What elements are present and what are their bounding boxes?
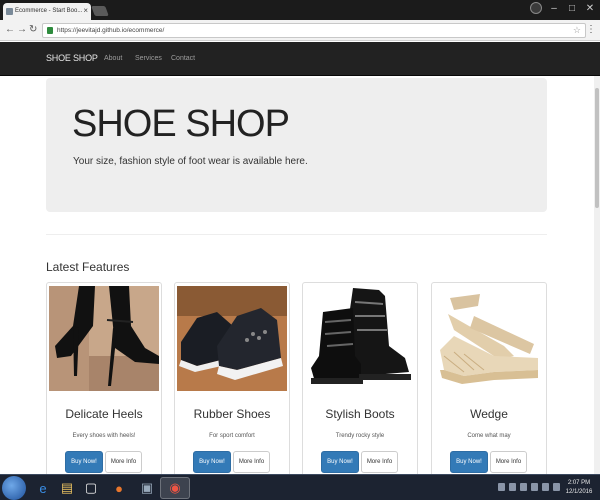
page-scrollbar[interactable] [594, 76, 600, 474]
system-tray [498, 483, 560, 491]
clock-date: 12/1/2016 [565, 489, 593, 495]
navbar-brand[interactable]: SHOE SHOP [46, 53, 98, 63]
product-card-stylish-boots: Stylish Boots Trendy rocky style Buy Now… [302, 282, 418, 474]
app-window-icon[interactable]: ▢ [76, 477, 106, 499]
taskbar-clock[interactable]: 2:07 PM 12/1/2016 [562, 479, 596, 497]
chrome-icon[interactable]: ◉ [160, 477, 190, 499]
section-title: Latest Features [46, 260, 130, 274]
network-icon[interactable] [542, 483, 549, 491]
browser-tab[interactable]: Ecommerce - Start Boo... × [3, 3, 91, 20]
window-controls: – □ ✕ [530, 2, 596, 14]
wedge-image [434, 286, 544, 391]
clock-time: 2:07 PM [567, 480, 591, 486]
minimize-icon[interactable]: – [548, 3, 560, 14]
card-description: Trendy rocky style [335, 433, 385, 439]
rubber-shoes-image [177, 286, 287, 391]
card-title: Wedge [470, 407, 508, 421]
card-title: Delicate Heels [65, 407, 143, 421]
more-info-button[interactable]: More Info [105, 451, 142, 473]
card-description: For sport comfort [209, 433, 255, 439]
buy-now-button[interactable]: Buy Now! [321, 451, 359, 473]
start-button[interactable] [2, 476, 26, 500]
back-icon[interactable]: ← [5, 24, 15, 35]
product-card-rubber-shoes: Rubber Shoes For sport comfort Buy Now! … [174, 282, 290, 474]
product-card-wedge: Wedge Come what may Buy Now! More Info [431, 282, 547, 474]
browser-toolbar: ← → ↻ https://jeevitajd.github.io/ecomme… [0, 20, 600, 41]
browser-menu-icon[interactable]: ⋮ [586, 24, 596, 35]
buy-now-button[interactable]: Buy Now! [65, 451, 103, 473]
firefox-icon[interactable]: ● [104, 477, 134, 499]
site-navbar: SHOE SHOP About Services Contact [0, 42, 600, 76]
tray-icon[interactable] [531, 483, 538, 491]
card-title: Rubber Shoes [193, 407, 271, 421]
windows-taskbar: e ▤ ▢ ● ▣ ◉ 2:07 PM 12/1/2016 [0, 474, 600, 500]
more-info-button[interactable]: More Info [233, 451, 270, 473]
stylish-boots-image [305, 286, 415, 391]
card-title: Stylish Boots [325, 407, 395, 421]
scrollbar-thumb[interactable] [595, 88, 599, 208]
jumbotron-title: SHOE SHOP [72, 103, 290, 145]
system-app-icon[interactable]: ▣ [132, 477, 162, 499]
page-content: SHOE SHOP Your size, fashion style of fo… [0, 76, 594, 474]
volume-icon[interactable] [553, 483, 560, 491]
tray-icon[interactable] [520, 483, 527, 491]
nav-link-services[interactable]: Services [135, 55, 162, 62]
close-tab-icon[interactable]: × [83, 6, 88, 15]
more-info-button[interactable]: More Info [361, 451, 398, 473]
secure-lock-icon [47, 27, 53, 34]
buy-now-button[interactable]: Buy Now! [193, 451, 231, 473]
address-bar[interactable]: https://jeevitajd.github.io/ecommerce/ ☆ [42, 23, 586, 38]
reload-icon[interactable]: ↻ [29, 24, 37, 35]
buy-now-button[interactable]: Buy Now! [450, 451, 488, 473]
new-tab-button[interactable] [91, 6, 109, 16]
user-profile-icon[interactable] [530, 2, 542, 14]
close-window-icon[interactable]: ✕ [584, 3, 596, 14]
heels-image [49, 286, 159, 391]
bookmark-star-icon[interactable]: ☆ [573, 25, 581, 36]
jumbotron-subtitle: Your size, fashion style of foot wear is… [73, 156, 308, 167]
tab-title: Ecommerce - Start Boo... [15, 8, 83, 14]
section-divider [46, 234, 547, 235]
tray-icon[interactable] [498, 483, 505, 491]
maximize-icon[interactable]: □ [566, 3, 578, 14]
nav-link-about[interactable]: About [104, 55, 122, 62]
jumbotron: SHOE SHOP Your size, fashion style of fo… [46, 78, 547, 212]
more-info-button[interactable]: More Info [490, 451, 527, 473]
card-description: Every shoes with heels! [72, 433, 136, 439]
card-description: Come what may [467, 433, 511, 439]
product-card-heels: Delicate Heels Every shoes with heels! B… [46, 282, 162, 474]
browser-tab-strip: Ecommerce - Start Boo... × – □ ✕ [0, 0, 600, 20]
page-favicon-icon [6, 8, 13, 15]
forward-icon[interactable]: → [17, 24, 27, 35]
url-text: https://jeevitajd.github.io/ecommerce/ [57, 27, 165, 34]
tray-icon[interactable] [509, 483, 516, 491]
nav-link-contact[interactable]: Contact [171, 55, 195, 62]
